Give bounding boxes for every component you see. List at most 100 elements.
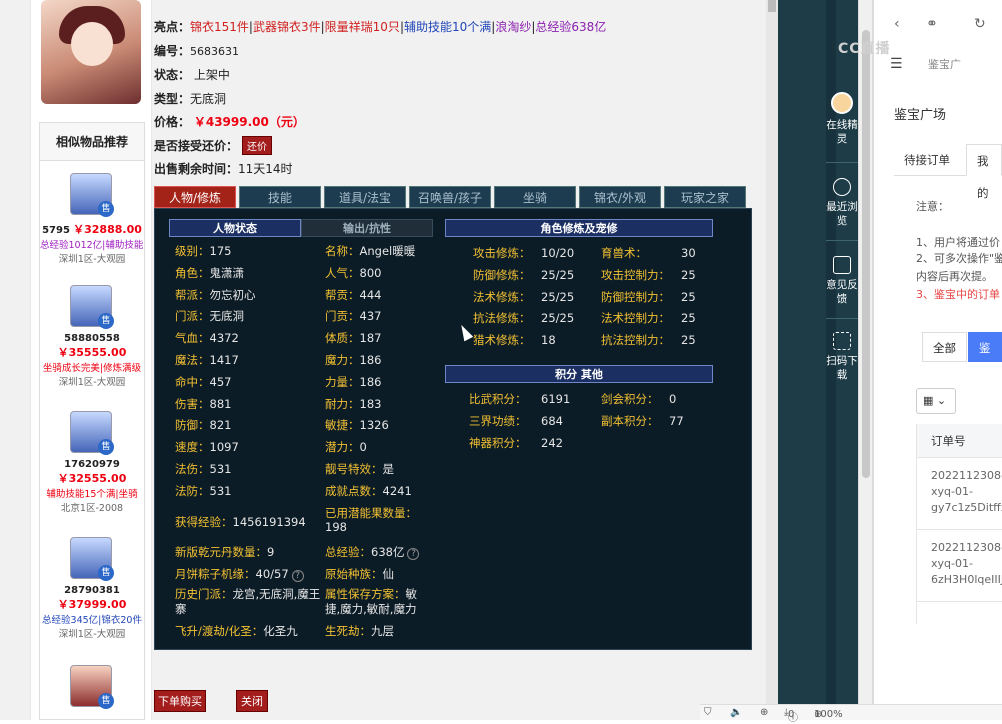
stat-value: 6191 (541, 392, 571, 406)
stat-label: 抗法修炼： (473, 311, 531, 326)
rec-item-icon[interactable]: 售 (70, 173, 114, 217)
stat-value: 242 (541, 436, 563, 450)
rec-item-3[interactable]: 售 17620979 ￥32555.00 辅助技能15个满|坐骑 北京1区-20… (40, 411, 144, 514)
stat-label: 育兽术： (601, 246, 647, 260)
stat-label: 敏捷： (325, 418, 360, 433)
stat-row: 副本积分： 77 (601, 413, 684, 429)
speaker-icon[interactable]: 🔈 (730, 707, 742, 718)
stat-value: 684 (541, 414, 563, 428)
tab-outfits[interactable]: 锦衣/外观 (579, 186, 661, 208)
stat-value: 25/25 (541, 311, 575, 326)
stat-label: 帮贡： (325, 287, 360, 302)
stat-value: 0 (359, 440, 367, 455)
stat-row: 法防：531 (175, 483, 231, 499)
rec-item-price: ￥32888.00 (73, 223, 142, 236)
recent-browse-button[interactable]: 最近浏览 (826, 178, 858, 228)
sidebar-scrollbar[interactable] (858, 0, 872, 720)
bargain-line: 是否接受还价： 还价 (154, 136, 273, 155)
rec-item-icon[interactable]: 售 (70, 665, 114, 709)
help-icon[interactable]: ? (291, 570, 304, 582)
bargain-button[interactable]: 还价 (242, 136, 273, 155)
buy-button[interactable]: 下单购买 (154, 690, 206, 712)
stat-value: 勿忘初心 (209, 287, 256, 302)
table-row[interactable]: 2022112308- xyq-01- 6zH3H0lqeIIIJ (917, 530, 1002, 602)
rec-item-icon[interactable]: 售 (70, 537, 114, 581)
stat-label: 命中： (175, 374, 210, 389)
stat-value: 531 (209, 462, 232, 476)
header-character-status[interactable]: 人物状态 (169, 219, 301, 237)
remaining-label: 出售剩余时间： (154, 162, 239, 176)
stat-value: 437 (359, 309, 382, 324)
note-line: 2、可多次操作"鉴 (916, 252, 1002, 265)
stat-label: 比武积分： (469, 392, 527, 406)
page-scrollbar[interactable] (766, 0, 778, 720)
similar-items-panel: 相似物品推荐 售 5795 ￥32888.00 总经验1012亿|辅助技能10个… (39, 122, 145, 720)
stat-row: 防御：821 (175, 417, 231, 433)
scan-download-button[interactable]: 扫码下载 (826, 332, 858, 382)
stat-value: 25 (681, 311, 696, 326)
rec-item-4[interactable]: 售 28790381 ￥37999.00 总经验345亿|锦衣20件 深圳1区-… (40, 537, 144, 640)
type-label: 类型： (154, 92, 191, 106)
highlight-tag: 锦衣151件 (190, 20, 249, 34)
rec-item-icon[interactable]: 售 (70, 411, 114, 455)
menu-icon[interactable]: ☰ (890, 56, 903, 72)
note-line: 1、用户将通过价 (916, 236, 1000, 249)
type-line: 类型：无底洞 (154, 90, 226, 107)
sale-badge: 售 (98, 565, 114, 581)
stat-value: 30 (681, 246, 696, 260)
back-icon[interactable]: ‹ (894, 16, 900, 32)
rec-item-1[interactable]: 售 5795 ￥32888.00 总经验1012亿|辅助技能10个满 深圳1区-… (40, 173, 144, 265)
tab-pending-orders[interactable]: 待接订单 (894, 144, 960, 176)
tab-character[interactable]: 人物/修炼 (154, 186, 236, 208)
stat-label: 门派： (175, 309, 210, 324)
grid-view-dropdown[interactable]: ▦ ⌄ (916, 388, 956, 414)
price-line: 价格： ￥43999.00（元） (154, 113, 305, 130)
stat-exp: 获得经验：1456191394 (175, 515, 306, 529)
item-price: ￥43999.00（元） (193, 115, 305, 129)
stat-value: 186 (359, 374, 382, 389)
highlight-tag: 总经验638亿 (535, 20, 607, 34)
stat-row: 靓号特效：是 (325, 461, 394, 477)
refresh-icon[interactable]: ↻ (974, 16, 986, 32)
assistant-avatar-icon (831, 92, 853, 114)
tab-pets[interactable]: 召唤兽/孩子 (409, 186, 491, 208)
online-assistant-button[interactable]: 在线精灵 (826, 92, 858, 146)
feedback-button[interactable]: 意见反馈 (826, 256, 858, 306)
stat-label: 力量： (325, 374, 360, 389)
stat-label: 速度： (175, 440, 210, 455)
stat-row: 魔力：186 (325, 352, 381, 368)
sale-badge: 售 (98, 439, 114, 455)
id-line: 编号：5683631 (154, 42, 239, 59)
help-icon[interactable]: ? (407, 548, 420, 560)
sale-badge: 售 (98, 201, 114, 217)
rec-item-icon[interactable]: 售 (70, 285, 114, 329)
stat-value: 77 (669, 414, 684, 428)
stat-row: 猎术修炼： 18 (473, 332, 556, 348)
stat-value: 18 (541, 333, 556, 348)
filter-appraising[interactable]: 鉴宝 (968, 332, 1002, 385)
table-row[interactable]: 2022112308-xyq-01-gy7c1z5Ditffxl (917, 458, 1002, 530)
close-button[interactable]: 关闭 (236, 690, 268, 712)
tab-mounts[interactable]: 坐骑 (494, 186, 576, 208)
stat-value: 4241 (382, 483, 412, 498)
rec-item-2[interactable]: 售 58880558 ￥35555.00 坐骑成长完美|修炼满级 深圳1区-大观… (40, 285, 144, 388)
status-line: 状态： 上架中 (154, 66, 230, 83)
column-order-number: 订单号 (917, 424, 1002, 458)
add-icon[interactable]: ⊕ (760, 707, 768, 718)
stat-value: 457 (209, 374, 232, 389)
header-output-resist[interactable]: 输出/抗性 (301, 219, 433, 237)
tab-skills[interactable]: 技能 (239, 186, 321, 208)
stat-row: 潜力：0 (325, 439, 367, 455)
tab-my-orders[interactable]: 我的 (966, 144, 1002, 200)
stat-value: 187 (359, 331, 382, 346)
tab-home[interactable]: 玩家之家 (664, 186, 746, 208)
filter-all[interactable]: 全部 (922, 332, 967, 362)
highlight-tag: 武器锦衣3件 (252, 20, 321, 34)
sale-badge: 售 (98, 313, 114, 329)
tab-items[interactable]: 道具/法宝 (324, 186, 406, 208)
detail-tabs: 人物/修炼 技能 道具/法宝 召唤兽/孩子 坐骑 锦衣/外观 玩家之家 (154, 186, 750, 208)
shield-icon[interactable]: ⛉ (704, 707, 712, 718)
character-panel: 人物状态 输出/抗性 角色修炼及宠修 积分 其他 级别：175 角色：鬼潇潇 帮派：… (154, 208, 752, 650)
link-icon[interactable]: ⚭ (926, 16, 938, 32)
stat-label: 法防： (175, 483, 210, 498)
